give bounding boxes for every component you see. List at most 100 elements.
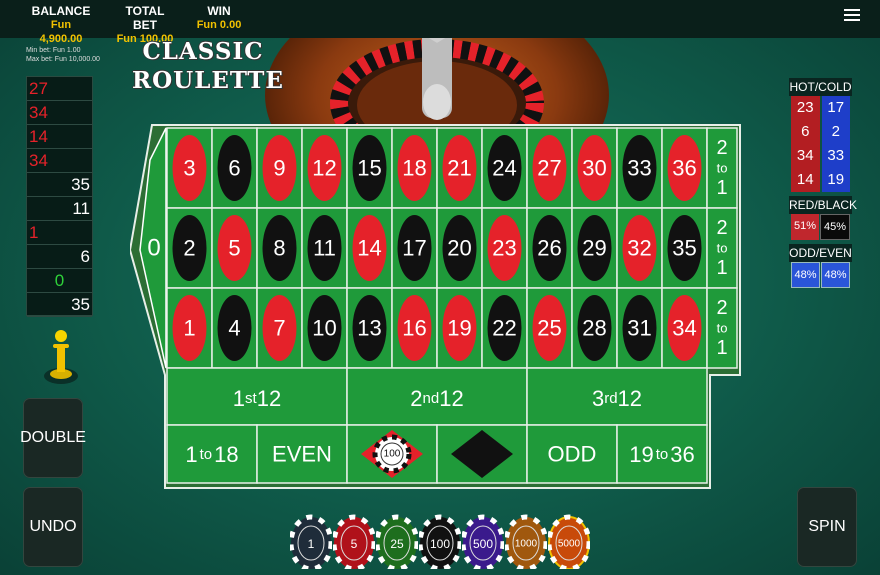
even-bet[interactable]: EVEN	[256, 424, 348, 484]
number-label: 18	[402, 156, 426, 181]
column-bet-label: to	[717, 161, 728, 176]
number-cell-3[interactable]: 3	[166, 127, 213, 209]
chip-100[interactable]: 100	[419, 513, 461, 569]
number-label: 22	[492, 316, 516, 341]
number-cell-18[interactable]: 18	[391, 127, 438, 209]
balance-display: BALANCE Fun 4,900.00	[30, 4, 92, 46]
black-bet[interactable]	[436, 424, 528, 484]
undo-button[interactable]: UNDO	[23, 487, 83, 567]
odd-bet[interactable]: ODD	[526, 424, 618, 484]
number-label: 15	[357, 156, 381, 181]
number-cell-17[interactable]: 17	[391, 207, 438, 289]
number-cell-22[interactable]: 22	[481, 287, 528, 369]
number-cell-34[interactable]: 34	[661, 287, 708, 369]
racetrack-toggle-icon[interactable]	[42, 326, 80, 386]
history-item: 27	[27, 77, 92, 101]
number-cell-5[interactable]: 5	[211, 207, 258, 289]
chip-5000[interactable]: 5000	[548, 513, 590, 569]
balance-value: Fun 4,900.00	[39, 19, 83, 45]
number-label: 5	[228, 236, 240, 261]
red-bet[interactable]: 100	[346, 424, 438, 484]
hamburger-menu-icon[interactable]	[844, 7, 860, 21]
number-label: 29	[582, 236, 606, 261]
hot-number: 6	[801, 123, 810, 140]
number-label: 35	[672, 236, 696, 261]
chip-value: 500	[473, 537, 493, 551]
balance-label: BALANCE	[31, 4, 91, 18]
odd-percent: 48%	[791, 262, 820, 288]
bet-limits: Min bet: Fun 1.00 Max bet: Fun 10,000.00	[26, 46, 100, 64]
column-bet-1[interactable]: 2 to1	[706, 287, 738, 369]
number-cell-2[interactable]: 2	[166, 207, 213, 289]
min-bet: Min bet: Fun 1.00	[26, 47, 81, 54]
number-label: 7	[273, 316, 285, 341]
hotcold-label: HOT/COLD	[789, 78, 852, 96]
chip-value: 1000	[515, 539, 538, 550]
number-label: 11	[313, 236, 336, 261]
number-cell-24[interactable]: 24	[481, 127, 528, 209]
number-cell-19[interactable]: 19	[436, 287, 483, 369]
number-cell-14[interactable]: 14	[346, 207, 393, 289]
number-cell-15[interactable]: 15	[346, 127, 393, 209]
column-bet-2[interactable]: 2 to1	[706, 207, 738, 289]
cold-number: 2	[831, 123, 840, 140]
number-cell-30[interactable]: 30	[571, 127, 618, 209]
number-cell-21[interactable]: 21	[436, 127, 483, 209]
number-label: 23	[492, 236, 516, 261]
number-cell-33[interactable]: 33	[616, 127, 663, 209]
number-cell-13[interactable]: 13	[346, 287, 393, 369]
spin-button[interactable]: SPIN	[797, 487, 857, 567]
chip-5[interactable]: 5	[333, 513, 375, 569]
number-cell-20[interactable]: 20	[436, 207, 483, 289]
number-cell-35[interactable]: 35	[661, 207, 708, 289]
number-label: 13	[357, 316, 381, 341]
placed-chip: 100	[372, 434, 412, 474]
number-cell-11[interactable]: 11	[301, 207, 348, 289]
history-item: 14	[27, 125, 92, 149]
dozen-bet-2[interactable]: 2nd12	[346, 367, 528, 426]
dozen-bet-3[interactable]: 3rd12	[526, 367, 708, 426]
number-cell-28[interactable]: 28	[571, 287, 618, 369]
win-value: Fun 0.00	[196, 19, 242, 31]
number-cell-29[interactable]: 29	[571, 207, 618, 289]
number-cell-32[interactable]: 32	[616, 207, 663, 289]
number-cell-25[interactable]: 25	[526, 287, 573, 369]
number-cell-9[interactable]: 9	[256, 127, 303, 209]
number-label: 10	[312, 316, 336, 341]
number-label: 12	[312, 156, 336, 181]
even-percent: 48%	[821, 262, 850, 288]
number-cell-27[interactable]: 27	[526, 127, 573, 209]
column-bet-3[interactable]: 2 to1	[706, 127, 738, 209]
dozen-label: 3rd12	[592, 386, 642, 411]
number-cell-23[interactable]: 23	[481, 207, 528, 289]
history-item: 35	[27, 173, 92, 197]
number-cell-31[interactable]: 31	[616, 287, 663, 369]
number-cell-7[interactable]: 7	[256, 287, 303, 369]
chip-25[interactable]: 25	[376, 513, 418, 569]
number-cell-12[interactable]: 12	[301, 127, 348, 209]
number-cell-10[interactable]: 10	[301, 287, 348, 369]
number-cell-6[interactable]: 6	[211, 127, 258, 209]
number-cell-16[interactable]: 16	[391, 287, 438, 369]
column-bet-label: 1	[716, 257, 727, 279]
number-cell-8[interactable]: 8	[256, 207, 303, 289]
low-bet[interactable]: 1 to18	[166, 424, 258, 484]
column-bet-label: 2	[716, 297, 727, 319]
double-button[interactable]: DOUBLE	[20, 398, 86, 478]
cold-number: 33	[827, 147, 845, 164]
placed-chip-value: 100	[384, 449, 401, 460]
number-cell-36[interactable]: 36	[661, 127, 708, 209]
high-bet[interactable]: 19 to36	[616, 424, 708, 484]
number-cell-4[interactable]: 4	[211, 287, 258, 369]
number-label: 28	[582, 316, 606, 341]
chip-value: 5000	[558, 539, 581, 550]
chip-1000[interactable]: 1000	[505, 513, 547, 569]
chip-1[interactable]: 1	[290, 513, 332, 569]
chip-500[interactable]: 500	[462, 513, 504, 569]
number-cell-1[interactable]: 1	[166, 287, 213, 369]
black-percent: 45%	[820, 214, 850, 240]
dozen-bet-1[interactable]: 1st12	[166, 367, 348, 426]
history-item: 6	[27, 245, 92, 269]
history-item: 34	[27, 149, 92, 173]
number-cell-26[interactable]: 26	[526, 207, 573, 289]
